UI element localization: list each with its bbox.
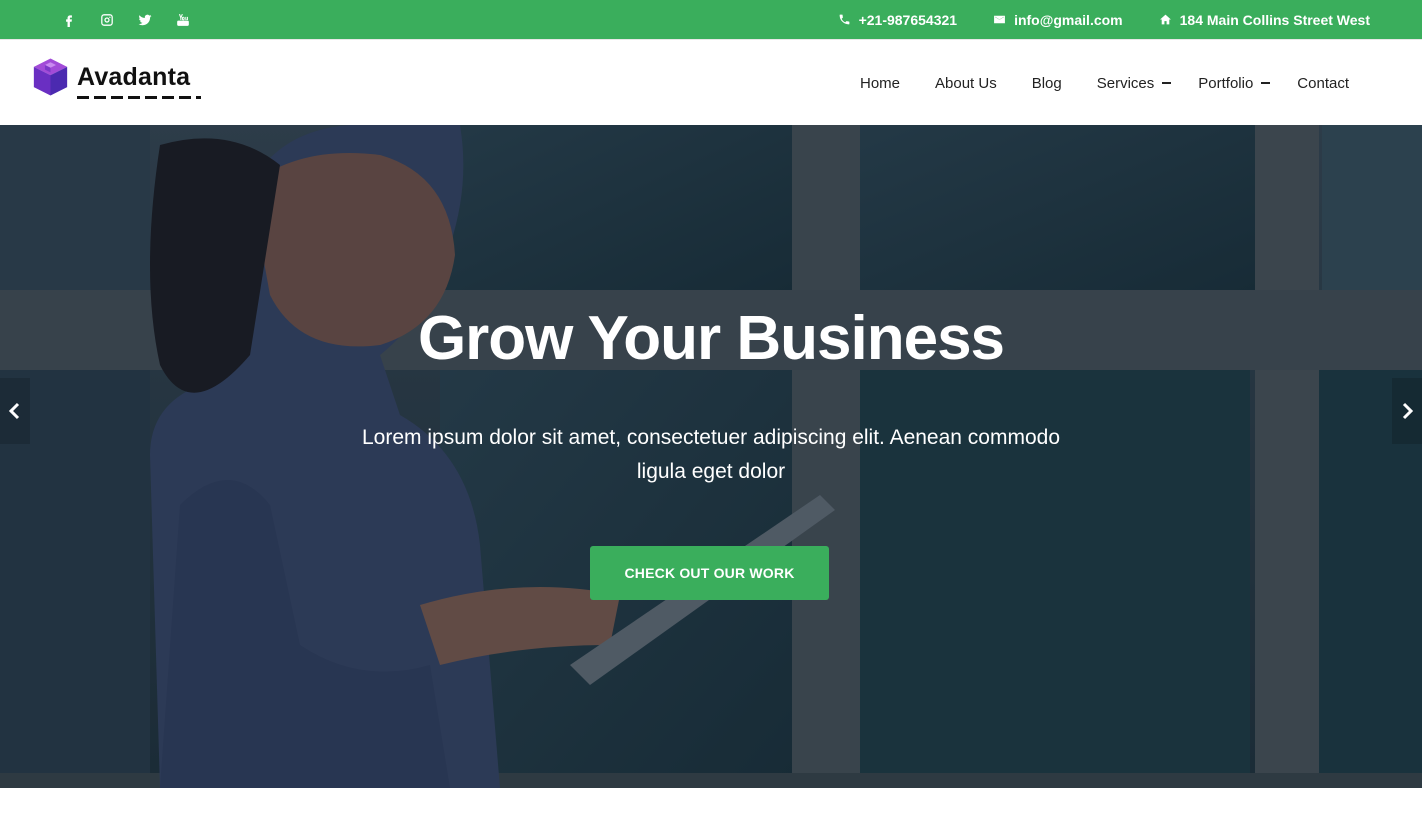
main-nav: Home About Us Blog Services Portfolio Co… xyxy=(825,40,1349,126)
top-bar: +21-987654321 info@gmail.com 184 Main Co… xyxy=(0,0,1422,39)
nav-portfolio[interactable]: Portfolio xyxy=(1198,75,1271,92)
site-logo[interactable]: Avadanta xyxy=(32,56,201,99)
chevron-left-icon xyxy=(8,402,20,420)
brand-name: Avadanta xyxy=(77,63,201,99)
envelope-icon xyxy=(994,15,1005,24)
twitter-icon[interactable] xyxy=(126,10,164,30)
email-address: info@gmail.com xyxy=(1014,11,1123,28)
phone-number: +21-987654321 xyxy=(858,11,958,28)
instagram-icon[interactable] xyxy=(88,10,126,30)
cube-logo-icon xyxy=(33,58,68,96)
page-content-start xyxy=(0,788,1422,820)
youtube-icon[interactable] xyxy=(164,10,202,30)
phone-contact[interactable]: +21-987654321 xyxy=(838,11,958,28)
address-contact: 184 Main Collins Street West xyxy=(1159,12,1370,28)
street-address: 184 Main Collins Street West xyxy=(1179,11,1370,28)
nav-services[interactable]: Services xyxy=(1097,75,1172,92)
home-icon xyxy=(1159,14,1171,25)
nav-blog[interactable]: Blog xyxy=(1032,75,1062,92)
site-header: Avadanta Home About Us Blog Services Por… xyxy=(0,39,1422,125)
slider-next-button[interactable] xyxy=(1392,378,1422,444)
email-contact[interactable]: info@gmail.com xyxy=(993,12,1123,28)
dropdown-indicator-icon xyxy=(1261,82,1271,84)
contact-info: +21-987654321 info@gmail.com 184 Main Co… xyxy=(838,0,1370,39)
hero-subtitle: Lorem ipsum dolor sit amet, consectetuer… xyxy=(361,426,1061,483)
dropdown-indicator-icon xyxy=(1162,82,1172,84)
facebook-icon[interactable] xyxy=(50,10,88,30)
nav-about-us[interactable]: About Us xyxy=(935,75,997,92)
phone-icon xyxy=(839,14,849,25)
social-links xyxy=(50,10,202,30)
hero-slider: Grow Your Business Lorem ipsum dolor sit… xyxy=(0,125,1422,788)
brand-underline xyxy=(77,95,201,99)
slider-prev-button[interactable] xyxy=(0,378,30,444)
nav-home[interactable]: Home xyxy=(860,75,900,92)
check-out-work-button[interactable]: CHECK OUT OUR WORK xyxy=(590,546,829,600)
nav-contact[interactable]: Contact xyxy=(1297,75,1349,92)
hero-title: Grow Your Business xyxy=(417,304,1005,373)
chevron-right-icon xyxy=(1402,402,1414,420)
